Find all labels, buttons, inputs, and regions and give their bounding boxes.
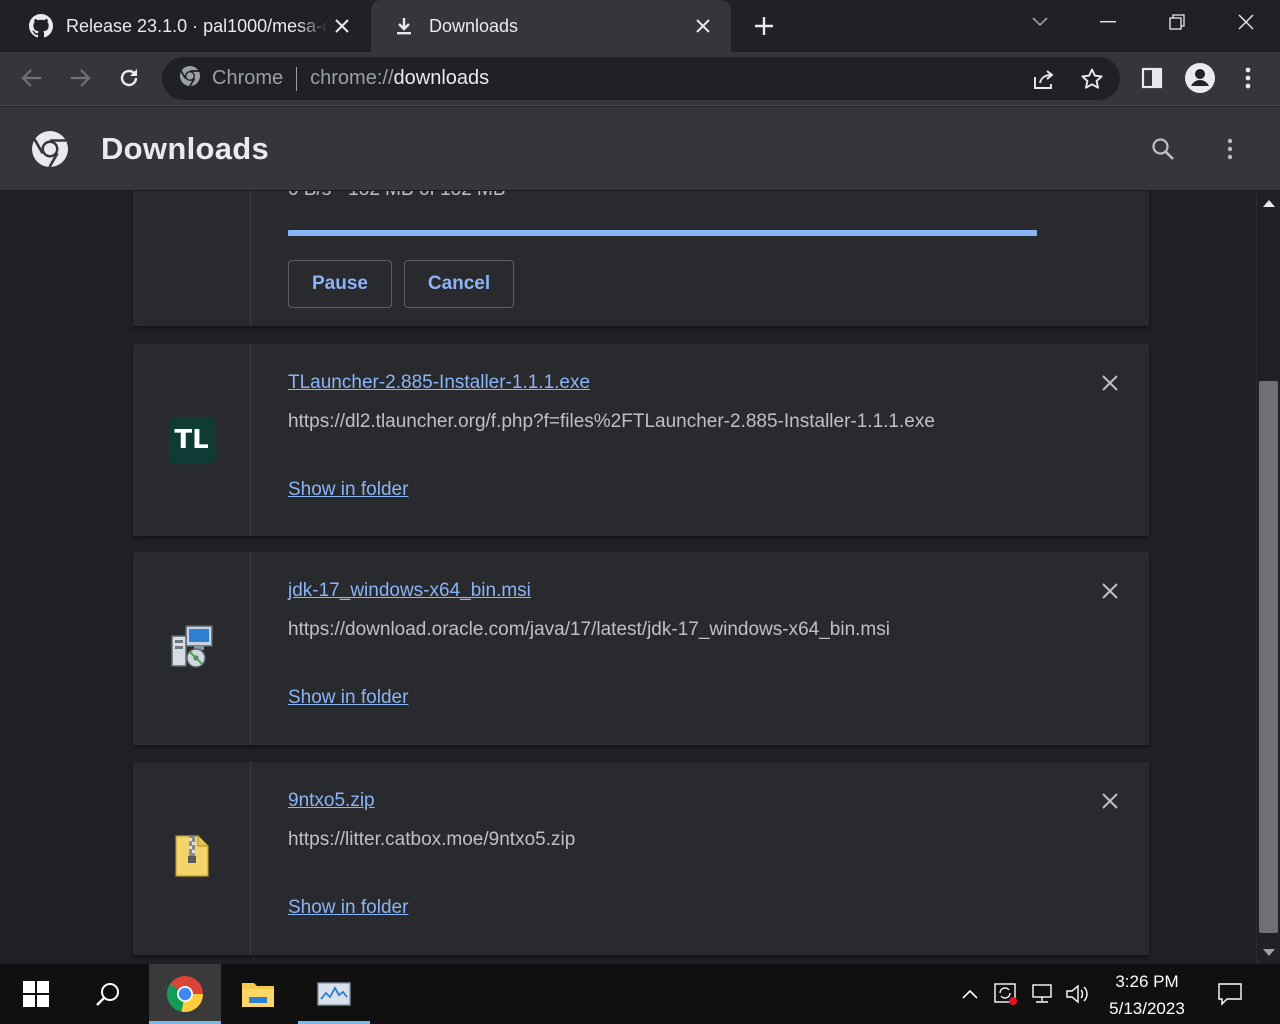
more-actions-icon[interactable] [1210, 129, 1250, 169]
file-source-url[interactable]: https://litter.catbox.moe/9ntxo5.zip [288, 829, 575, 851]
clock-time: 3:26 PM [1115, 972, 1179, 991]
url-scheme: chrome:// [310, 67, 394, 89]
pause-button[interactable]: Pause [288, 260, 392, 308]
progress-bar [288, 230, 1037, 236]
file-source-url[interactable]: https://download.oracle.com/java/17/late… [288, 619, 890, 641]
omnibox-divider [296, 66, 298, 91]
remove-download-icon[interactable] [1095, 368, 1125, 398]
remove-download-icon[interactable] [1095, 786, 1125, 816]
downloads-list: 0 B/s - 182 MB of 182 MB Pause Cancel TL… [0, 191, 1256, 964]
remove-download-icon[interactable] [1095, 576, 1125, 606]
chrome-icon[interactable] [149, 964, 221, 1024]
site-label: Chrome [212, 67, 284, 89]
download-icon [391, 13, 417, 39]
chrome-logo-icon [30, 129, 70, 169]
sync-notification-icon[interactable] [992, 980, 1020, 1008]
new-tab-button[interactable] [748, 10, 780, 42]
back-button[interactable] [12, 58, 52, 98]
file-icon-column: TL [133, 344, 251, 536]
close-tab-icon[interactable] [328, 12, 356, 40]
github-icon [28, 13, 54, 39]
address-bar[interactable]: Chrome chrome://downloads [162, 57, 1120, 100]
show-hidden-icons-chevron-icon[interactable] [956, 980, 984, 1008]
show-in-folder-link[interactable]: Show in folder [288, 479, 408, 501]
chrome-menu-icon[interactable] [1228, 58, 1268, 98]
show-in-folder-link[interactable]: Show in folder [288, 687, 408, 709]
page-title: Downloads [101, 131, 270, 166]
minimize-button[interactable] [1074, 0, 1142, 44]
file-name-link[interactable]: 9ntxo5.zip [288, 790, 375, 812]
taskbar-clock[interactable]: 3:26 PM 5/13/2023 [1094, 968, 1200, 1022]
profile-avatar-icon[interactable] [1180, 58, 1220, 98]
download-item-in-progress: 0 B/s - 182 MB of 182 MB Pause Cancel [133, 191, 1149, 326]
vertical-scrollbar[interactable] [1256, 191, 1280, 964]
search-icon[interactable] [1143, 129, 1183, 169]
url-host: downloads [393, 67, 490, 89]
scrollbar-thumb[interactable] [1259, 381, 1278, 933]
tab-github-release[interactable]: Release 23.1.0 · pal1000/mesa-di [0, 0, 370, 52]
toolbar: Chrome chrome://downloads [0, 52, 1280, 106]
file-name-link[interactable]: TLauncher-2.885-Installer-1.1.1.exe [288, 372, 590, 394]
forward-button[interactable] [60, 58, 100, 98]
action-center-icon[interactable] [1216, 980, 1244, 1008]
volume-icon[interactable] [1063, 980, 1091, 1008]
file-icon-column [133, 552, 251, 745]
chrome-site-icon [178, 64, 202, 93]
file-name-link[interactable]: jdk-17_windows-x64_bin.msi [288, 580, 531, 602]
windows-start-icon[interactable] [0, 964, 72, 1024]
tab-title: Downloads [429, 15, 519, 36]
cancel-button[interactable]: Cancel [404, 260, 514, 308]
network-icon[interactable] [1028, 980, 1056, 1008]
zip-folder-icon [172, 832, 212, 885]
tab-title: Release 23.1.0 · pal1000/mesa-di [66, 15, 328, 36]
msi-installer-icon [168, 622, 216, 675]
show-in-folder-link[interactable]: Show in folder [288, 897, 408, 919]
scroll-up-arrow-icon[interactable] [1263, 200, 1275, 207]
scroll-down-arrow-icon[interactable] [1263, 949, 1275, 956]
close-tab-icon[interactable] [689, 12, 717, 40]
download-status: 0 B/s - 182 MB of 182 MB [288, 191, 506, 201]
clock-date: 5/13/2023 [1109, 999, 1185, 1018]
tlauncher-icon: TL [168, 417, 215, 463]
bookmark-star-icon[interactable] [1072, 59, 1112, 99]
share-icon[interactable] [1024, 59, 1064, 99]
reload-button[interactable] [109, 58, 149, 98]
download-item: 9ntxo5.zip https://litter.catbox.moe/9nt… [133, 762, 1149, 955]
downloads-header: Downloads [0, 107, 1280, 191]
windows-taskbar: 3:26 PM 5/13/2023 [0, 964, 1280, 1024]
tab-strip: Release 23.1.0 · pal1000/mesa-di Downloa… [0, 0, 1280, 52]
download-item: jdk-17_windows-x64_bin.msi https://downl… [133, 552, 1149, 745]
close-window-button[interactable] [1212, 0, 1280, 44]
restore-button[interactable] [1143, 0, 1211, 44]
task-manager-icon[interactable] [298, 964, 370, 1024]
search-icon[interactable] [72, 964, 144, 1024]
download-item: TL TLauncher-2.885-Installer-1.1.1.exe h… [133, 344, 1149, 536]
side-panel-icon[interactable] [1132, 58, 1172, 98]
tab-downloads[interactable]: Downloads [371, 0, 731, 52]
file-icon-column [133, 762, 251, 955]
file-explorer-icon[interactable] [222, 964, 294, 1024]
tab-search-chevron-icon[interactable] [1006, 0, 1074, 44]
file-source-url[interactable]: https://dl2.tlauncher.org/f.php?f=files%… [288, 411, 935, 433]
